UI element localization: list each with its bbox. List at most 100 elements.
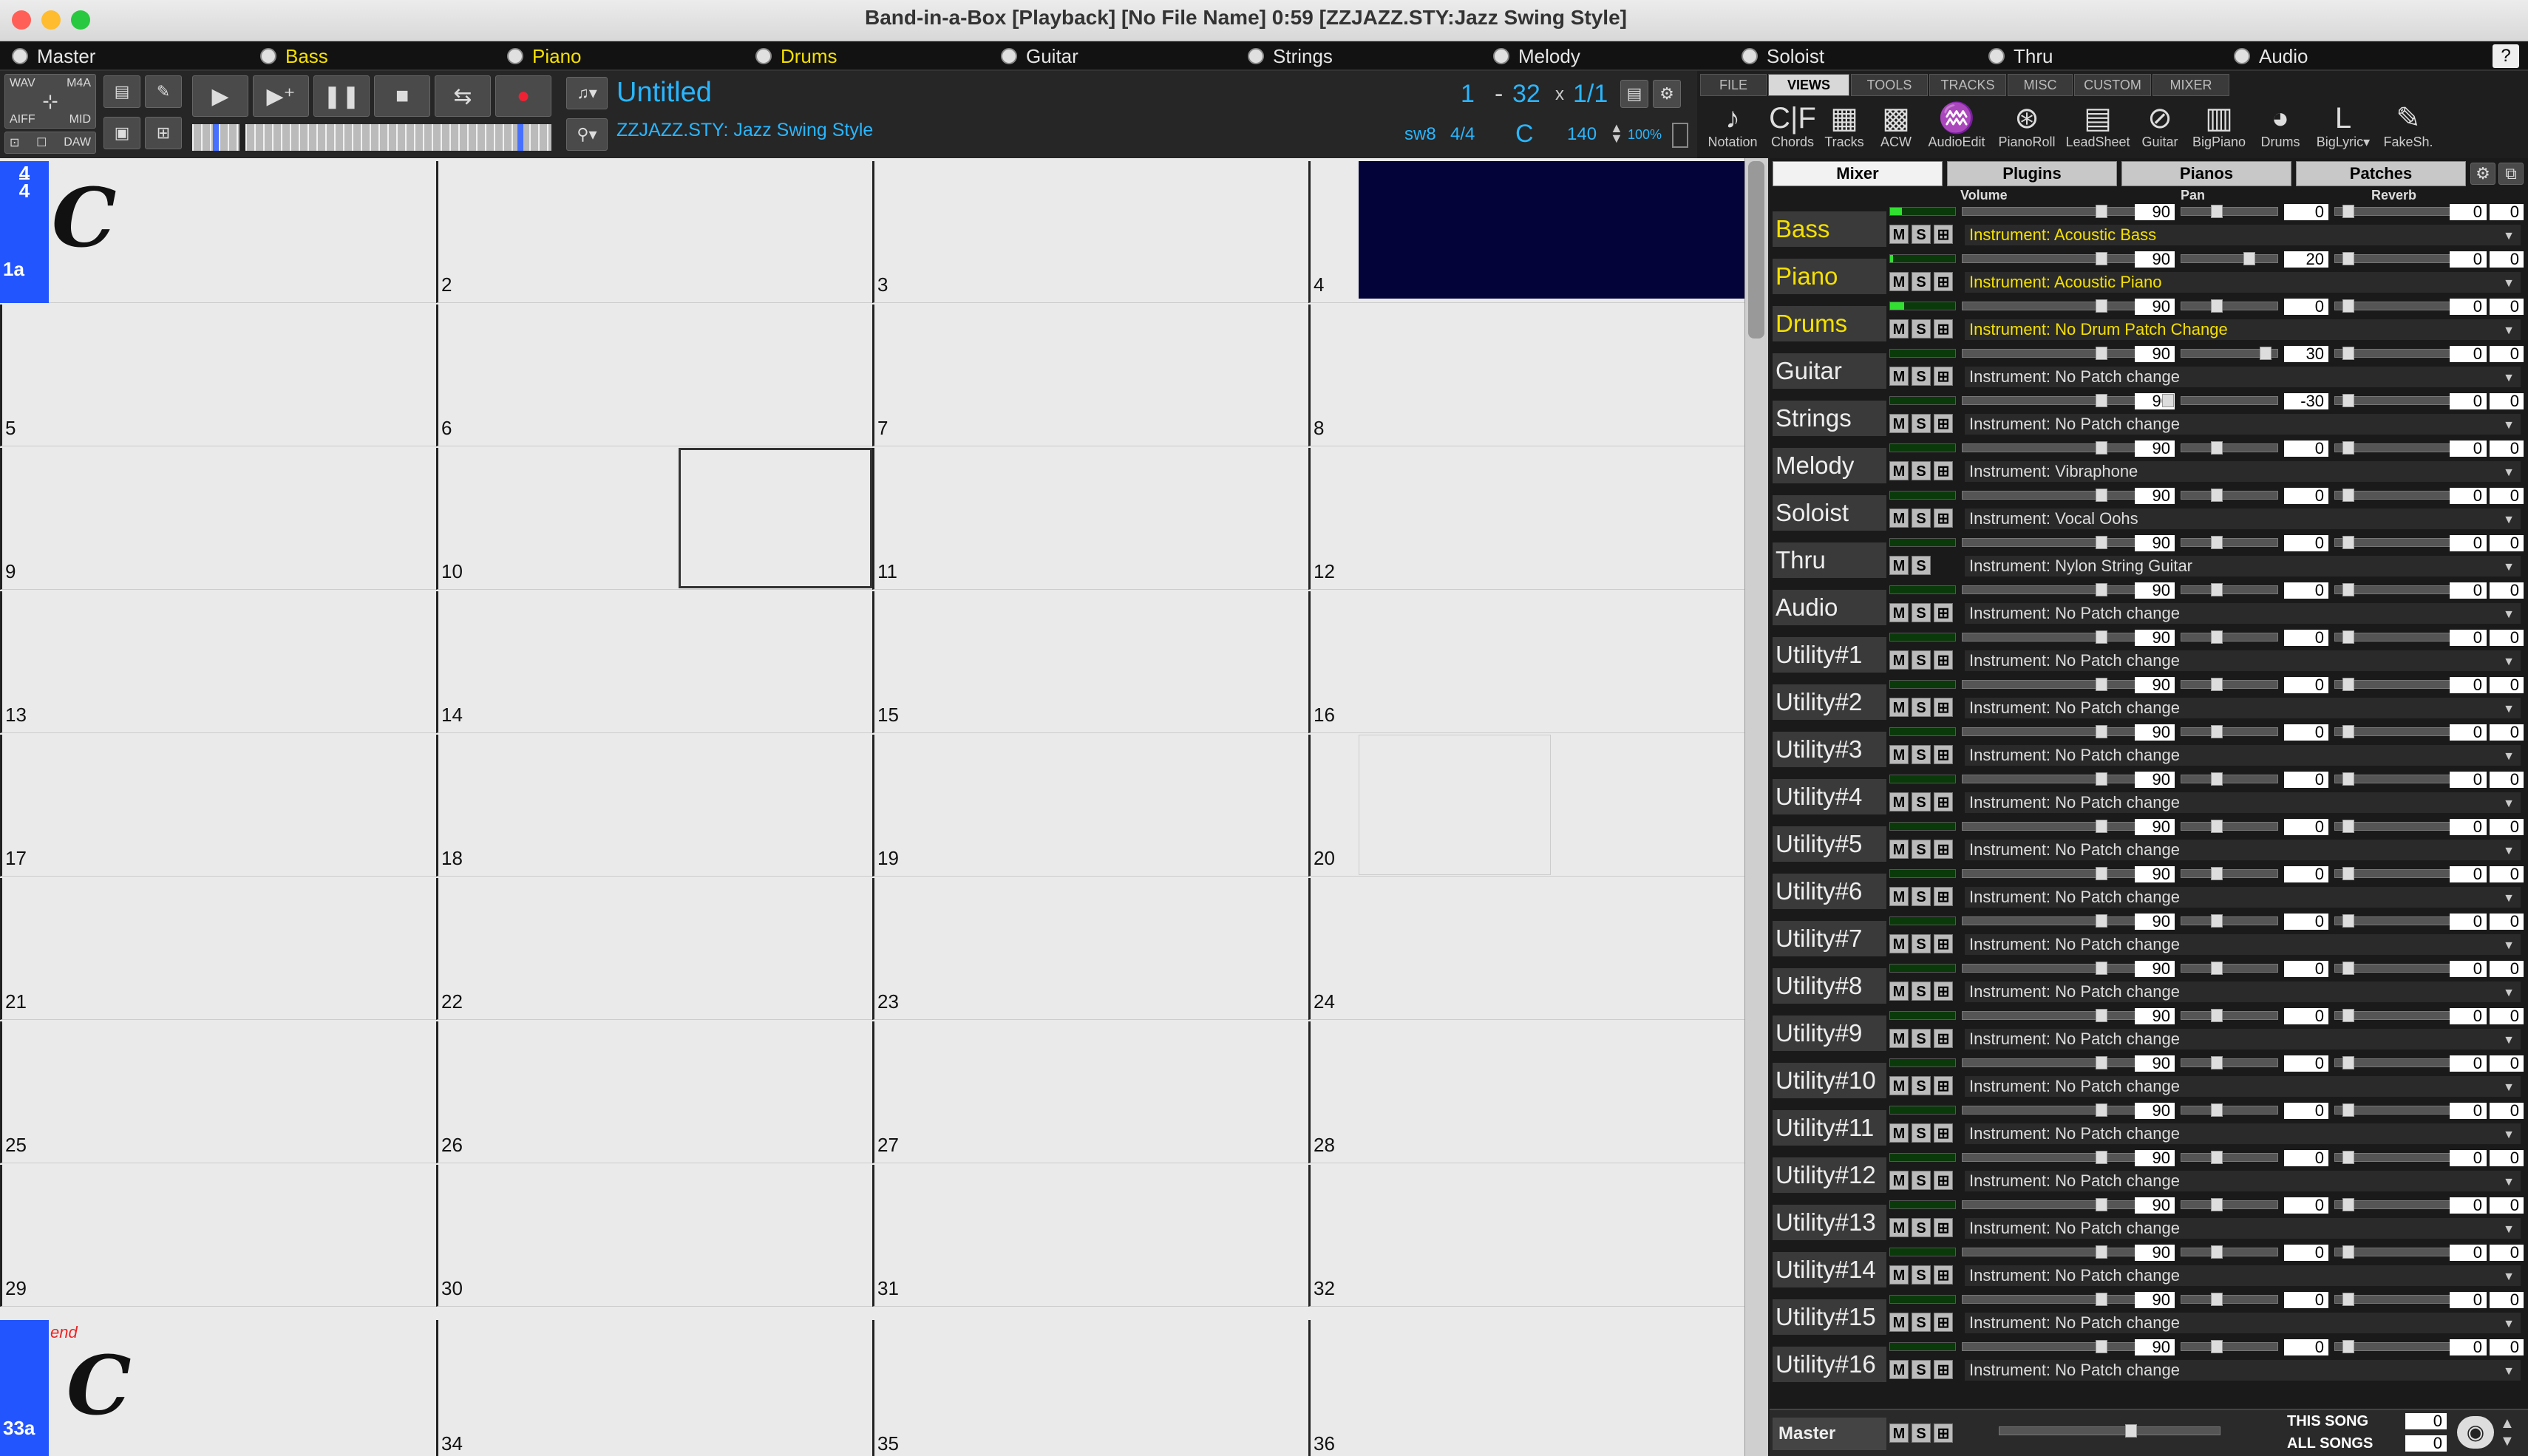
reverb-value[interactable]: 0 — [2450, 251, 2487, 268]
pan-value[interactable]: 0 — [2284, 914, 2328, 930]
volume-value[interactable]: 90 — [2135, 346, 2175, 362]
channel-value[interactable]: 0 — [2490, 251, 2524, 268]
pan-slider[interactable] — [2181, 867, 2278, 880]
pan-value[interactable]: 0 — [2284, 1103, 2328, 1119]
settings-button[interactable]: ⊞ — [1934, 1313, 1953, 1332]
reverb-knob[interactable] — [2342, 1198, 2354, 1211]
mute-button[interactable]: M — [1889, 1360, 1909, 1379]
pan-knob[interactable] — [2211, 678, 2223, 691]
volume-knob[interactable] — [2096, 1198, 2107, 1211]
pan-knob[interactable] — [2211, 1151, 2223, 1164]
tab-tracks[interactable]: TRACKS — [1929, 74, 2006, 96]
reverb-value[interactable]: 0 — [2450, 535, 2487, 551]
pause-button[interactable]: ❚❚ — [313, 75, 370, 117]
instrument-selector[interactable]: Instrument: No Patch change ▼ — [1965, 745, 2521, 766]
view-leadsheet-button[interactable]: ▤ LeadSheet — [2062, 102, 2133, 155]
reverb-knob[interactable] — [2342, 630, 2354, 644]
pan-value[interactable]: 0 — [2284, 204, 2328, 220]
view-bigpiano-button[interactable]: ▥ BigPiano — [2188, 102, 2250, 155]
settings-button[interactable]: ⊞ — [1934, 272, 1953, 291]
tab-views[interactable]: VIEWS — [1768, 74, 1849, 96]
track-name[interactable]: Thru — [1773, 542, 1886, 578]
mute-button[interactable]: M — [1889, 1265, 1909, 1285]
pan-knob[interactable] — [2211, 914, 2223, 928]
view-acw-button[interactable]: ▩ ACW — [1872, 102, 1920, 155]
instrument-selector[interactable]: Instrument: Acoustic Bass ▼ — [1965, 225, 2521, 245]
volume-knob[interactable] — [2096, 1245, 2107, 1259]
bar-24[interactable]: 24 — [1308, 878, 1744, 1020]
bar-21[interactable]: 21 — [0, 878, 436, 1020]
key-field[interactable]: C — [1515, 120, 1534, 149]
menu-lines-icon[interactable] — [1672, 123, 1688, 148]
bar-16[interactable]: 16 — [1308, 591, 1744, 733]
solo-button[interactable]: S — [1912, 272, 1931, 291]
settings-button[interactable]: ⊞ — [1934, 792, 1953, 812]
reverb-knob[interactable] — [2342, 820, 2354, 833]
settings-button[interactable]: ⊞ — [1934, 603, 1953, 622]
reverb-value[interactable]: 0 — [2450, 961, 2487, 977]
tab-tools[interactable]: TOOLS — [1851, 74, 1928, 96]
bar-25[interactable]: 25 — [0, 1021, 436, 1163]
track-name[interactable]: Piano — [1773, 259, 1886, 294]
pan-slider[interactable] — [2181, 914, 2278, 928]
pan-knob[interactable] — [2211, 1340, 2223, 1353]
bar-12[interactable]: 12 — [1308, 448, 1744, 590]
master-settings-button[interactable]: ⊞ — [1934, 1423, 1953, 1443]
track-name[interactable]: Utility#15 — [1773, 1299, 1886, 1335]
mute-button[interactable]: M — [1889, 461, 1909, 480]
pan-value[interactable]: 0 — [2284, 1292, 2328, 1308]
mute-button[interactable]: M — [1889, 556, 1909, 575]
volume-value[interactable]: 90 — [2135, 1008, 2175, 1024]
channel-value[interactable]: 0 — [2490, 630, 2524, 646]
pan-knob[interactable] — [2211, 725, 2223, 738]
track-name[interactable]: Bass — [1773, 211, 1886, 247]
reverb-value[interactable]: 0 — [2450, 1292, 2487, 1308]
bar-35[interactable]: 35 — [872, 1320, 1308, 1456]
volume-slider[interactable] — [1962, 205, 2161, 218]
view-guitar-button[interactable]: ⊘ Guitar — [2138, 102, 2182, 155]
reverb-knob[interactable] — [2342, 962, 2354, 975]
play-from-bar-button[interactable]: ▶⁺ — [253, 75, 309, 117]
save-as-icon[interactable]: ⊞ — [145, 117, 182, 149]
volume-slider[interactable] — [1962, 1340, 2161, 1353]
master-volume-knob[interactable] — [2125, 1424, 2137, 1438]
channel-value[interactable]: 0 — [2490, 204, 2524, 220]
bar-20[interactable]: 20 — [1308, 735, 1744, 877]
settings-button[interactable]: ⊞ — [1934, 1360, 1953, 1379]
pan-value[interactable]: 0 — [2284, 866, 2328, 882]
channel-value[interactable]: 0 — [2490, 1008, 2524, 1024]
channel-value[interactable]: 0 — [2490, 393, 2524, 409]
radio-icon[interactable] — [1742, 48, 1758, 64]
channel-value[interactable]: 0 — [2490, 866, 2524, 882]
pan-slider[interactable] — [2181, 347, 2278, 360]
settings-button[interactable]: ⊞ — [1934, 840, 1953, 859]
pan-knob[interactable] — [2260, 347, 2272, 360]
loop-button[interactable]: ⇆ — [435, 75, 491, 117]
instrument-selector[interactable]: Instrument: Vibraphone ▼ — [1965, 461, 2521, 482]
bar-8[interactable]: 8 — [1308, 305, 1744, 446]
chord-bar-1[interactable]: C — [52, 170, 117, 265]
master-mute-button[interactable]: M — [1889, 1423, 1909, 1443]
view-chords-button[interactable]: C|F Chords — [1768, 102, 1817, 155]
radio-icon[interactable] — [507, 48, 523, 64]
volume-value[interactable]: 90 — [2135, 535, 2175, 551]
mute-button[interactable]: M — [1889, 698, 1909, 717]
pan-value[interactable]: 0 — [2284, 677, 2328, 693]
reverb-value[interactable]: 0 — [2450, 299, 2487, 315]
pan-knob[interactable] — [2211, 962, 2223, 975]
settings-button[interactable]: ⊞ — [1934, 745, 1953, 764]
volume-slider[interactable] — [1962, 630, 2161, 644]
song-title[interactable]: Untitled — [616, 77, 712, 109]
reverb-value[interactable]: 0 — [2450, 1197, 2487, 1214]
volume-slider[interactable] — [1962, 1151, 2161, 1164]
bar-3[interactable]: 3 — [872, 161, 1308, 303]
pan-value[interactable]: 0 — [2284, 772, 2328, 788]
track-select-master[interactable]: Master — [12, 44, 95, 68]
tempo-field[interactable]: 140 — [1567, 124, 1597, 145]
track-select-bass[interactable]: Bass — [260, 44, 328, 68]
track-name[interactable]: Utility#11 — [1773, 1110, 1886, 1146]
reverb-knob[interactable] — [2342, 583, 2354, 596]
instrument-selector[interactable]: Instrument: No Patch change ▼ — [1965, 603, 2521, 624]
mute-button[interactable]: M — [1889, 1313, 1909, 1332]
bar-11[interactable]: 11 — [872, 448, 1308, 590]
